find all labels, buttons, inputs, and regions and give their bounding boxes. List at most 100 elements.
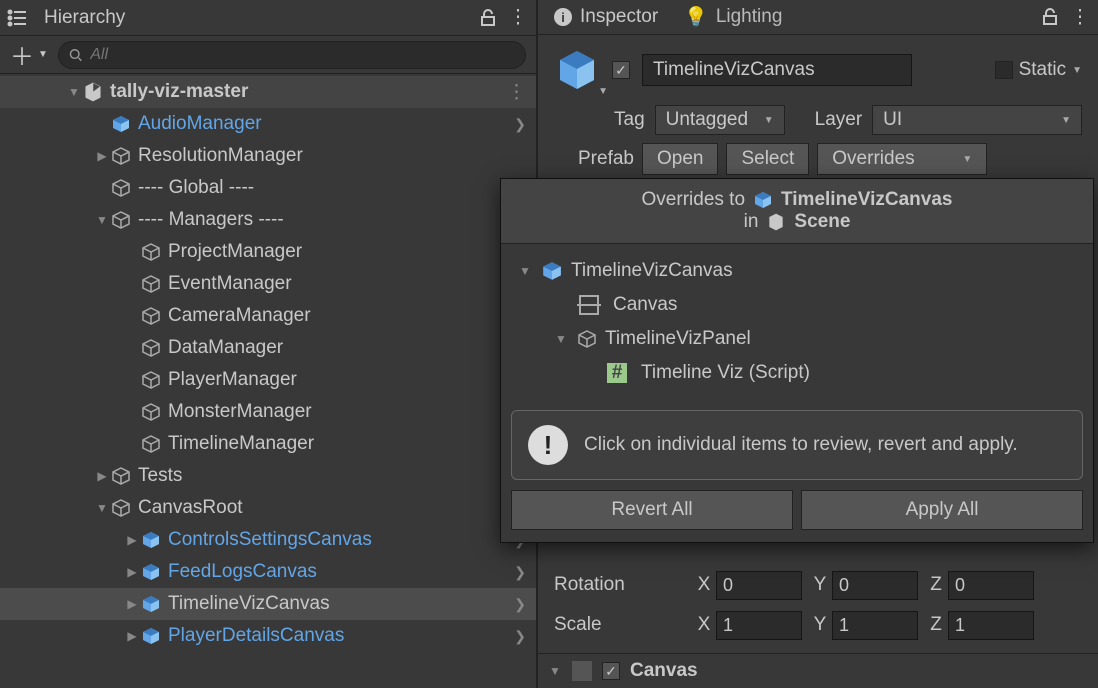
info-icon: i xyxy=(554,8,572,26)
gameobject-cube-icon xyxy=(140,241,162,263)
expand-arrow-icon[interactable] xyxy=(553,332,569,346)
gameobject-name-input[interactable] xyxy=(642,54,912,86)
item-label: ResolutionManager xyxy=(138,145,536,167)
gameobject-cube-icon xyxy=(140,337,162,359)
kebab-icon[interactable]: ⋮ xyxy=(1068,5,1092,29)
canvas-component-icon xyxy=(572,661,592,681)
lightbulb-icon: 💡 xyxy=(684,5,708,29)
expand-arrow-icon[interactable] xyxy=(124,629,140,643)
tree-item-datamgr[interactable]: DataManager xyxy=(0,332,536,364)
hierarchy-list-icon xyxy=(6,7,28,29)
overrides-popover: Overrides to TimelineVizCanvas in Scene … xyxy=(500,178,1094,543)
tree-item-controlscanvas[interactable]: ControlsSettingsCanvas❯ xyxy=(0,524,536,556)
gameobject-cube-icon xyxy=(140,305,162,327)
tree-item-eventmgr[interactable]: EventManager xyxy=(0,268,536,300)
prefab-cube-icon xyxy=(753,190,773,210)
hierarchy-tab[interactable]: Hierarchy xyxy=(34,3,135,33)
scene-row[interactable]: tally-viz-master ⋮ xyxy=(0,76,536,108)
tree-item-playerdetails[interactable]: PlayerDetailsCanvas❯ xyxy=(0,620,536,652)
canvas-enabled-checkbox[interactable]: ✓ xyxy=(602,662,620,680)
override-item-panel[interactable]: TimelineVizPanel xyxy=(509,322,1085,356)
override-item-script[interactable]: # Timeline Viz (Script) xyxy=(509,356,1085,390)
scale-z-input[interactable] xyxy=(948,611,1034,640)
prefab-cube-icon xyxy=(140,625,162,647)
inspector-panel: i Inspector 💡 Lighting ⋮ ▼ ✓ S xyxy=(538,0,1098,688)
scale-x-input[interactable] xyxy=(716,611,802,640)
chevron-right-icon[interactable]: ❯ xyxy=(514,116,526,133)
expand-arrow-icon[interactable] xyxy=(548,664,562,678)
item-label: PlayerManager xyxy=(168,369,536,391)
tree-item-feedlogs[interactable]: FeedLogsCanvas❯ xyxy=(0,556,536,588)
tree-item-timelineviz[interactable]: TimelineVizCanvas❯ xyxy=(0,588,536,620)
revert-all-button[interactable]: Revert All xyxy=(511,490,793,530)
tree-item-cameramgr[interactable]: CameraManager xyxy=(0,300,536,332)
gameobject-cube-icon xyxy=(577,329,597,349)
create-button[interactable]: ＋▼ xyxy=(10,37,48,72)
item-label: CameraManager xyxy=(168,305,536,327)
gameobject-icon[interactable]: ▼ xyxy=(554,47,600,93)
tree-item-timelinemgr[interactable]: TimelineManager xyxy=(0,428,536,460)
lock-icon[interactable] xyxy=(476,6,500,30)
transform-fields: Rotation X Y Z Scale X Y Z xyxy=(538,565,1098,645)
active-checkbox[interactable]: ✓ xyxy=(612,61,630,79)
override-item-root[interactable]: TimelineVizCanvas xyxy=(509,254,1085,288)
expand-arrow-icon[interactable] xyxy=(94,469,110,483)
hierarchy-title: Hierarchy xyxy=(44,7,125,29)
lighting-tab[interactable]: 💡 Lighting xyxy=(674,1,792,33)
apply-all-button[interactable]: Apply All xyxy=(801,490,1083,530)
static-checkbox[interactable] xyxy=(995,61,1013,79)
layer-dropdown[interactable]: UI▼ xyxy=(872,105,1082,135)
scale-label: Scale xyxy=(554,614,686,636)
prefab-cube-icon xyxy=(110,113,132,135)
canvas-icon xyxy=(579,295,599,315)
scene-name: tally-viz-master xyxy=(110,81,507,103)
expand-arrow-icon[interactable] xyxy=(124,533,140,547)
tree-item-tests[interactable]: Tests xyxy=(0,460,536,492)
static-dropdown-icon[interactable]: ▼ xyxy=(1072,65,1082,76)
item-label: MonsterManager xyxy=(168,401,536,423)
expand-arrow-icon[interactable] xyxy=(94,501,110,515)
tree-item-projectmgr[interactable]: ProjectManager xyxy=(0,236,536,268)
item-label: TimelineVizCanvas xyxy=(168,593,514,615)
inspector-tab[interactable]: i Inspector xyxy=(544,2,668,32)
tree-item-audio[interactable]: AudioManager ❯ xyxy=(0,108,536,140)
chevron-right-icon[interactable]: ❯ xyxy=(514,628,526,645)
tree-item-canvasroot[interactable]: CanvasRoot xyxy=(0,492,536,524)
prefab-open-button[interactable]: Open xyxy=(642,143,718,175)
scale-y-input[interactable] xyxy=(832,611,918,640)
tree-item-resolution[interactable]: ResolutionManager xyxy=(0,140,536,172)
item-label: ---- Managers ---- xyxy=(138,209,536,231)
expand-arrow-icon[interactable] xyxy=(94,149,110,163)
expand-arrow-icon[interactable] xyxy=(517,264,533,278)
kebab-icon[interactable]: ⋮ xyxy=(506,6,530,30)
rotation-y-input[interactable] xyxy=(832,571,918,600)
expand-arrow-icon[interactable] xyxy=(124,565,140,579)
chevron-right-icon[interactable]: ❯ xyxy=(514,564,526,581)
prefab-overrides-dropdown[interactable]: Overrides▼ xyxy=(817,143,987,175)
scene-menu-icon[interactable]: ⋮ xyxy=(507,81,526,104)
rotation-x-input[interactable] xyxy=(716,571,802,600)
tree-item-global[interactable]: ---- Global ---- xyxy=(0,172,536,204)
tag-dropdown[interactable]: Untagged▼ xyxy=(655,105,785,135)
gameobject-cube-icon xyxy=(110,177,132,199)
search-icon xyxy=(69,48,82,62)
canvas-component-header[interactable]: ✓ Canvas xyxy=(538,653,1098,688)
tree-item-managers[interactable]: ---- Managers ---- xyxy=(0,204,536,236)
prefab-select-button[interactable]: Select xyxy=(726,143,809,175)
hierarchy-search[interactable] xyxy=(58,41,526,69)
expand-arrow-icon[interactable] xyxy=(66,85,82,99)
lock-icon[interactable] xyxy=(1038,5,1062,29)
chevron-right-icon[interactable]: ❯ xyxy=(514,596,526,613)
tree-item-monstermgr[interactable]: MonsterManager xyxy=(0,396,536,428)
prefab-cube-icon xyxy=(140,529,162,551)
gameobject-cube-icon xyxy=(140,273,162,295)
static-label: Static xyxy=(1019,59,1067,81)
expand-arrow-icon[interactable] xyxy=(94,213,110,227)
unity-icon xyxy=(766,212,786,232)
expand-arrow-icon[interactable] xyxy=(124,597,140,611)
tree-item-playermgr[interactable]: PlayerManager xyxy=(0,364,536,396)
rotation-z-input[interactable] xyxy=(948,571,1034,600)
search-input[interactable] xyxy=(90,46,515,64)
override-item-canvas[interactable]: Canvas xyxy=(509,288,1085,322)
gameobject-cube-icon xyxy=(110,465,132,487)
